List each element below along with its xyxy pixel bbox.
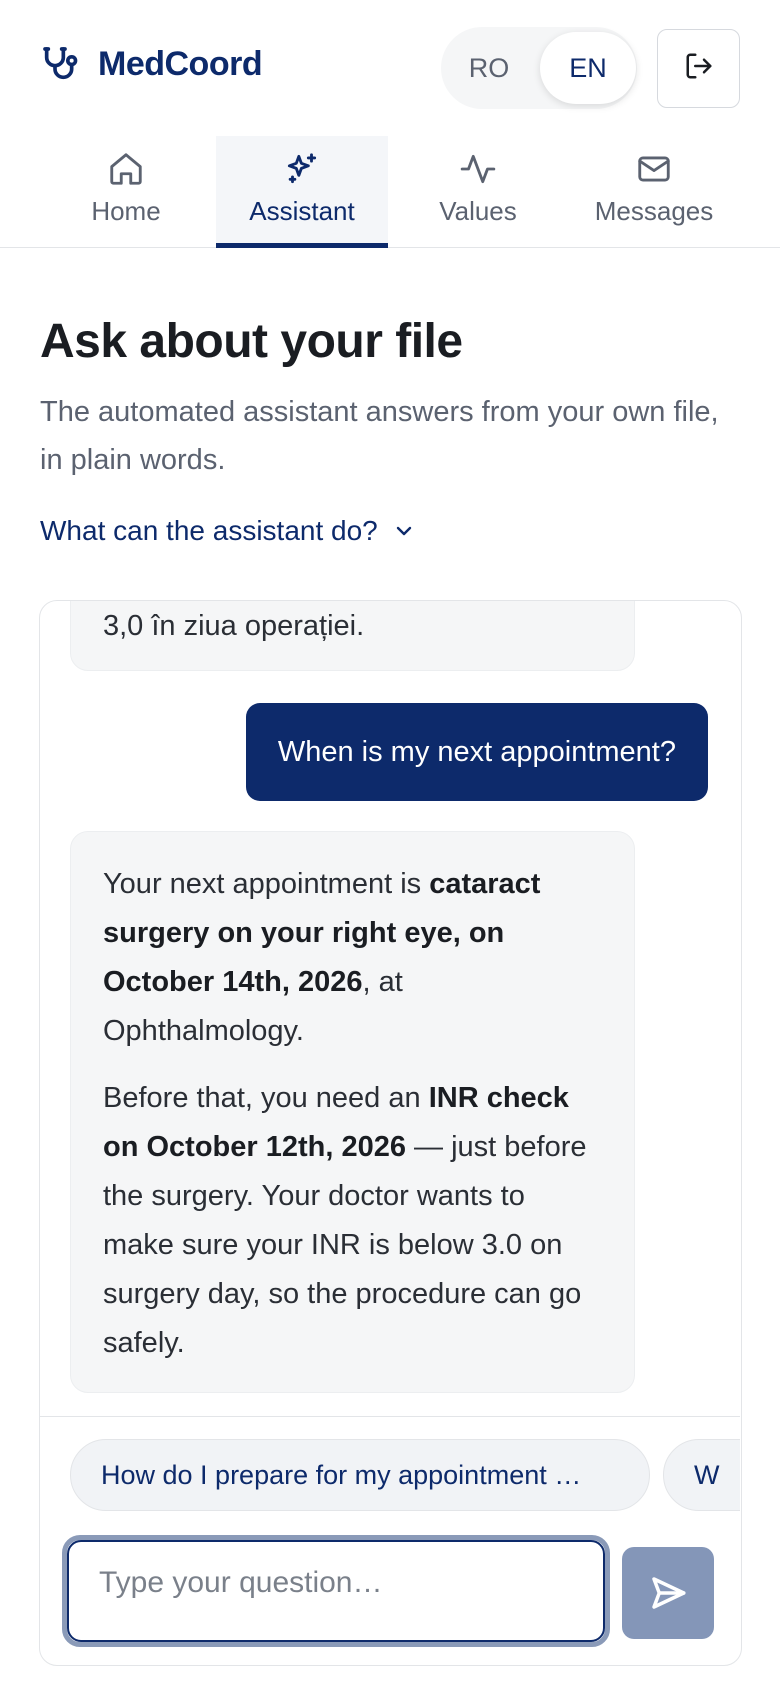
chevron-down-icon xyxy=(396,526,411,536)
tab-assistant-label: Assistant xyxy=(249,196,355,226)
help-toggle-label: What can the assistant do? xyxy=(40,515,378,546)
tab-home-label: Home xyxy=(91,196,161,226)
suggestion-chips: How do I prepare for my appointment … W xyxy=(40,1416,740,1516)
answer-paragraph: Your next appointment is cataract surger… xyxy=(103,860,602,1056)
activity-icon xyxy=(460,154,496,184)
page-subtitle: The automated assistant answers from you… xyxy=(40,396,719,476)
assistant-help-toggle[interactable]: What can the assistant do? xyxy=(40,515,416,547)
stethoscope-icon xyxy=(40,44,80,84)
send-button[interactable] xyxy=(622,1547,714,1639)
tab-values[interactable]: Values xyxy=(392,136,564,246)
chat-panel: 3,0 în ziua operației. When is my next a… xyxy=(39,600,742,1666)
page-title: Ask about your file xyxy=(40,315,463,368)
logout-icon xyxy=(684,51,714,86)
assistant-message-text: 3,0 în ziua operației. xyxy=(103,610,365,642)
user-message-text: When is my next appointment? xyxy=(277,735,676,768)
language-en-button[interactable]: EN xyxy=(540,32,636,104)
main-tabs: Home Assistant Values Messages xyxy=(0,134,780,248)
sparkles-icon xyxy=(287,153,317,184)
message-list[interactable]: 3,0 în ziua operației. When is my next a… xyxy=(40,601,740,1416)
answer-text: Before that, you need an xyxy=(103,1082,429,1114)
tab-assistant[interactable]: Assistant xyxy=(216,136,388,248)
user-message: When is my next appointment? xyxy=(245,703,708,801)
question-input[interactable] xyxy=(67,1540,605,1642)
assistant-message: 3,0 în ziua operației. xyxy=(70,601,635,671)
tab-values-label: Values xyxy=(439,196,517,226)
suggestion-chip[interactable]: How do I prepare for my appointment … xyxy=(70,1439,650,1511)
suggestion-chip[interactable]: W xyxy=(663,1439,740,1511)
mail-icon xyxy=(638,156,670,182)
brand-name: MedCoord xyxy=(98,44,263,83)
send-icon xyxy=(652,1577,686,1609)
assistant-message: Your next appointment is cataract surger… xyxy=(70,831,635,1393)
answer-text: Your next appointment is xyxy=(103,868,430,900)
tab-messages[interactable]: Messages xyxy=(568,136,740,246)
logout-button[interactable] xyxy=(657,29,740,108)
home-icon xyxy=(110,153,142,185)
tab-home[interactable]: Home xyxy=(40,136,212,246)
language-ro-button[interactable]: RO xyxy=(441,32,537,104)
brand[interactable]: MedCoord xyxy=(40,44,263,84)
app-header: MedCoord RO EN xyxy=(0,0,780,134)
answer-text: — just before the surgery. Your doctor w… xyxy=(103,1131,587,1359)
tab-messages-label: Messages xyxy=(594,196,714,226)
answer-paragraph: Before that, you need an INR check on Oc… xyxy=(103,1074,602,1368)
language-switch: RO EN xyxy=(441,27,637,109)
question-input-focus-ring xyxy=(62,1535,610,1647)
